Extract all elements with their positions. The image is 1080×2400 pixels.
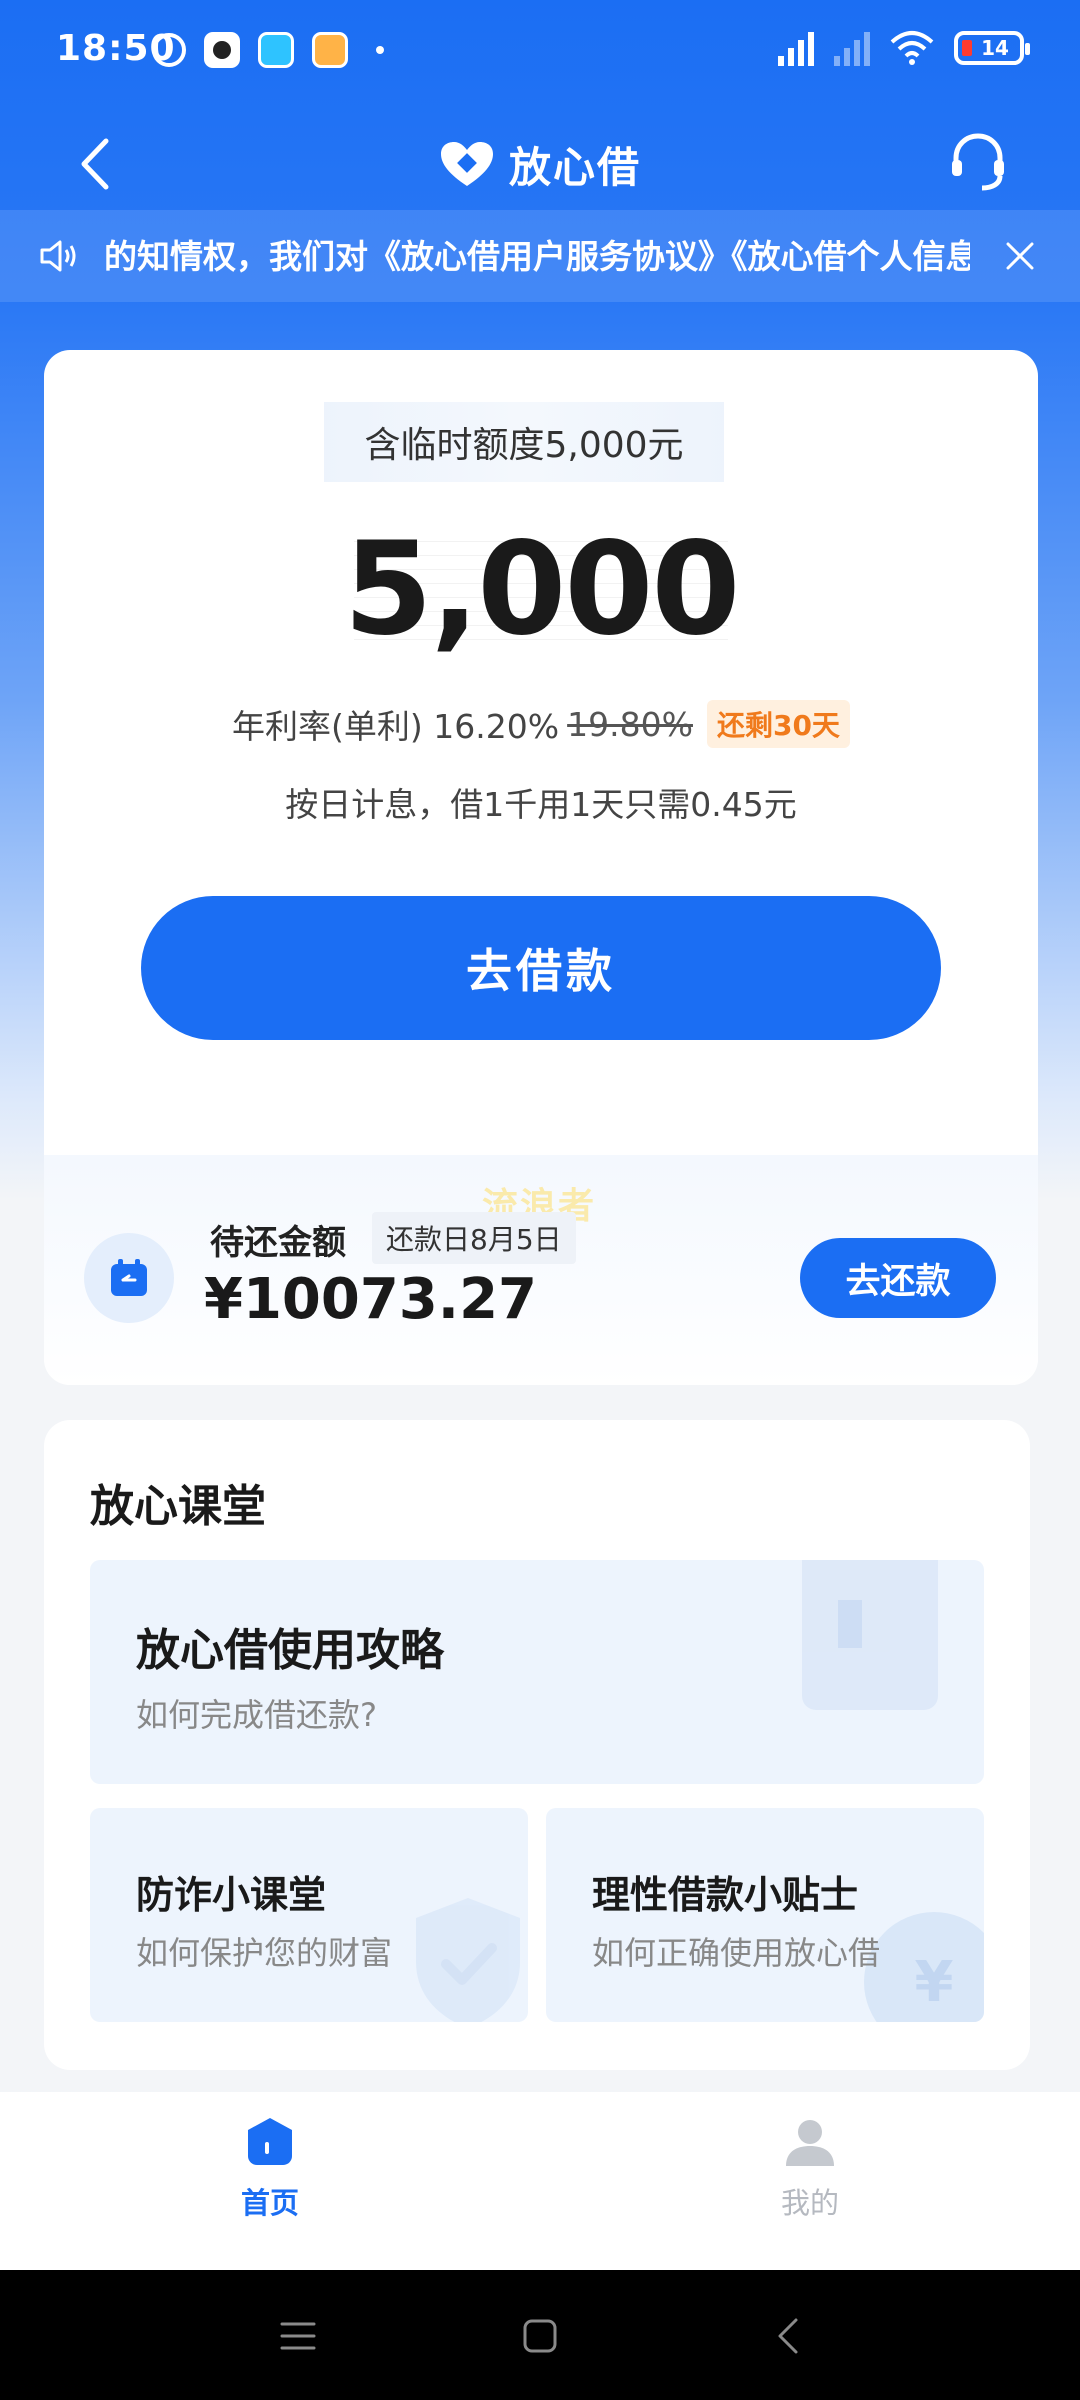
interest-rate-row: 年利率(单利) 16.20% 19.80% 还剩30天 xyxy=(44,700,1038,748)
guide-title: 放心借使用攻略 xyxy=(136,1625,444,1676)
guide-tile[interactable]: 放心借使用攻略 如何完成借还款? xyxy=(90,1560,984,1784)
repay-button[interactable]: 去还款 xyxy=(800,1238,996,1318)
close-icon[interactable] xyxy=(1000,236,1040,276)
square-home-icon xyxy=(523,2319,557,2353)
borrow-button[interactable]: 去借款 xyxy=(141,896,941,1040)
notice-bar: 的知情权，我们对《放心借用户服务协议》《放心借个人信息 xyxy=(0,210,1080,302)
repayment-section: 流浪者 待还金额 还款日8月5日 ¥10073.27 去还款 xyxy=(44,1155,1038,1385)
notice-text[interactable]: 的知情权，我们对《放心借用户服务协议》《放心借个人信息 xyxy=(104,234,970,280)
menu-icon xyxy=(280,2322,316,2350)
repayment-icon-wrap xyxy=(84,1233,174,1323)
speaker-icon xyxy=(40,240,76,272)
signal-hd-icon xyxy=(778,30,814,66)
status-system-icons: 14 xyxy=(778,30,1030,66)
tab-mine[interactable]: 我的 xyxy=(710,2116,910,2222)
original-rate: 19.80% xyxy=(567,704,693,744)
anti-fraud-title: 防诈小课堂 xyxy=(136,1873,327,1917)
tips-tile[interactable]: ¥ 理性借款小贴士 如何正确使用放心借 xyxy=(546,1808,984,2022)
battery-icon: 14 xyxy=(954,31,1030,65)
interest-note: 按日计息，借1千用1天只需0.45元 xyxy=(285,785,797,824)
bottom-tab-bar: 首页 我的 xyxy=(0,2092,1080,2270)
status-notification-icons xyxy=(152,32,384,68)
alarm-icon xyxy=(152,33,186,67)
shield-icon xyxy=(416,1898,520,2022)
system-navigation-bar xyxy=(0,2270,1080,2400)
more-notifications-dot xyxy=(376,46,384,54)
app-page: 18:50 14 放心借 的知情权，我们对《放心借用户服务协议》《放心借个人信息… xyxy=(0,0,1080,2400)
rate-countdown-badge: 还剩30天 xyxy=(706,700,850,748)
app-title: 放心借 xyxy=(508,143,641,192)
customer-service-icon[interactable] xyxy=(946,130,1010,194)
back-system-button[interactable] xyxy=(764,2312,812,2360)
home-icon xyxy=(248,2118,292,2165)
nav-title: 放心借 xyxy=(0,134,1080,195)
repayment-amount: ¥10073.27 xyxy=(204,1267,537,1332)
back-triangle-icon xyxy=(778,2318,798,2354)
app-notification-icon xyxy=(204,32,240,68)
credit-amount: 5,000 xyxy=(343,515,741,664)
repayment-due-date: 还款日8月5日 xyxy=(372,1212,576,1264)
anti-fraud-tile[interactable]: 防诈小课堂 如何保护您的财富 xyxy=(90,1808,528,2022)
classroom-title: 放心课堂 xyxy=(90,1481,266,1532)
tab-mine-label: 我的 xyxy=(780,2186,839,2220)
battery-level: 14 xyxy=(981,36,1009,60)
tips-title: 理性借款小贴士 xyxy=(592,1873,859,1917)
tab-home-label: 首页 xyxy=(240,2186,299,2220)
home-system-button[interactable] xyxy=(516,2312,564,2360)
tips-subtitle: 如何正确使用放心借 xyxy=(592,1934,881,1972)
status-bar: 18:50 14 xyxy=(0,0,1080,100)
wifi-icon xyxy=(890,31,934,65)
yuan-coin-icon: ¥ xyxy=(864,1912,984,2022)
classroom-card: 放心课堂 放心借使用攻略 如何完成借还款? 防诈小课堂 如何保护您的财富 ¥ 理… xyxy=(44,1420,1030,2070)
tab-home[interactable]: 首页 xyxy=(170,2116,370,2222)
repayment-label: 待还金额 xyxy=(210,1223,346,1263)
calendar-icon xyxy=(111,1259,147,1296)
guide-subtitle: 如何完成借还款? xyxy=(136,1696,377,1734)
heart-logo-icon xyxy=(440,141,493,186)
anti-fraud-subtitle: 如何保护您的财富 xyxy=(136,1934,393,1972)
user-icon xyxy=(786,2120,834,2166)
notes-app-icon xyxy=(312,32,348,68)
credit-card: 含临时额度5,000元 5,000 年利率(单利) 16.20% 19.80% … xyxy=(44,350,1038,1385)
signal-no-service-icon xyxy=(834,30,870,66)
temp-limit-tag: 含临时额度5,000元 xyxy=(324,402,724,482)
rate-label: 年利率(单利) 16.20% xyxy=(232,707,560,746)
bookmark-icon xyxy=(802,1560,938,1710)
chat-app-icon xyxy=(258,32,294,68)
menu-button[interactable] xyxy=(274,2312,322,2360)
